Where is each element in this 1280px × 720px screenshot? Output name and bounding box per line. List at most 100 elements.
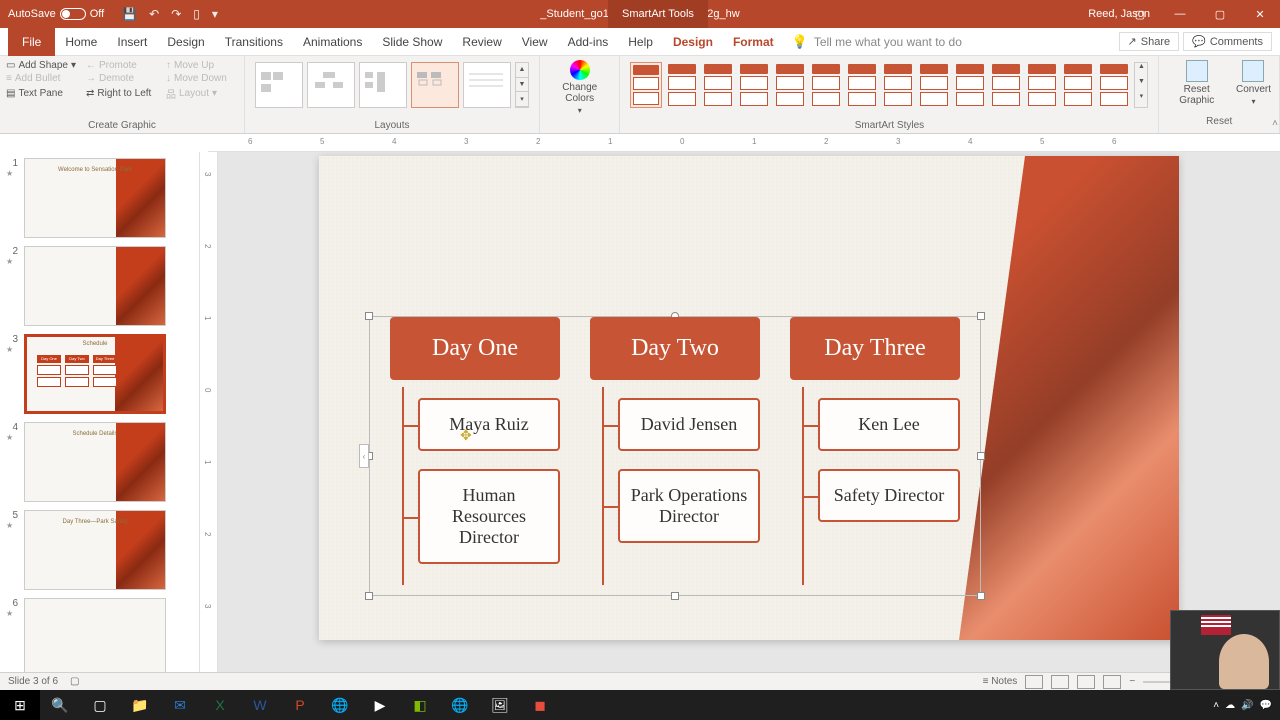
style-option-2[interactable] (666, 62, 698, 108)
smartart-child-box[interactable]: Park Operations Director (618, 469, 760, 543)
tab-design[interactable]: Design (157, 28, 214, 56)
change-colors-button[interactable]: Change Colors ▾ (548, 60, 611, 115)
tab-home[interactable]: Home (55, 28, 107, 56)
layout-option-4-selected[interactable] (411, 62, 459, 108)
slide-thumbnail-2[interactable]: 2★ (6, 246, 199, 326)
volume-icon[interactable]: 🔊 (1241, 700, 1253, 711)
tab-addins[interactable]: Add-ins (558, 28, 619, 56)
layout-option-3[interactable] (359, 62, 407, 108)
comments-button[interactable]: 💬Comments (1183, 32, 1272, 51)
smartart-header[interactable]: Day Two (590, 317, 760, 380)
style-option-11[interactable] (990, 62, 1022, 108)
resize-handle-mr[interactable] (977, 452, 985, 460)
slide-thumbnail-3[interactable]: 3★ Schedule Day OneDay TwoDay Three (6, 334, 199, 414)
style-option-5[interactable] (774, 62, 806, 108)
slide-thumbnail-5[interactable]: 5★ Day Three—Park Safety (6, 510, 199, 590)
start-button[interactable]: ⊞ (0, 690, 40, 720)
slide-editor-area[interactable]: Schedule ‹ Day OneMaya RuizHuman Resourc… (218, 152, 1280, 672)
outlook-icon[interactable]: ✉ (160, 690, 200, 720)
resize-handle-br[interactable] (977, 592, 985, 600)
start-from-beginning-icon[interactable]: ▯ (193, 7, 200, 21)
layouts-scroll[interactable]: ▲▼▾ (515, 62, 529, 108)
undo-icon[interactable]: ↶ (149, 7, 159, 21)
scroll-up-icon[interactable]: ▲ (516, 63, 528, 78)
app-icon-4[interactable]: ◼ (520, 690, 560, 720)
notes-button[interactable]: ≡ Notes (983, 676, 1018, 687)
tab-insert[interactable]: Insert (107, 28, 157, 56)
tab-animations[interactable]: Animations (293, 28, 372, 56)
slideshow-view-icon[interactable] (1103, 675, 1121, 689)
right-to-left-button[interactable]: ⇄Right to Left (86, 86, 158, 101)
resize-handle-tr[interactable] (977, 312, 985, 320)
tab-help[interactable]: Help (618, 28, 663, 56)
tab-transitions[interactable]: Transitions (215, 28, 293, 56)
smartart-child-box[interactable]: David Jensen (618, 398, 760, 451)
style-option-4[interactable] (738, 62, 770, 108)
app-icon[interactable]: ▶ (360, 690, 400, 720)
save-icon[interactable]: 💾 (122, 7, 137, 21)
add-shape-button[interactable]: ▭Add Shape ▾ (6, 60, 78, 71)
minimize-icon[interactable]: — (1160, 0, 1200, 28)
style-option-14[interactable] (1098, 62, 1130, 108)
layout-option-5[interactable] (463, 62, 511, 108)
style-option-9[interactable] (918, 62, 950, 108)
smartart-child-box[interactable]: Human Resources Director (418, 469, 560, 564)
style-option-7[interactable] (846, 62, 878, 108)
excel-icon[interactable]: X (200, 690, 240, 720)
ribbon-display-icon[interactable]: ▢ (1120, 0, 1160, 28)
text-pane-button[interactable]: ▤Text Pane (6, 86, 78, 101)
scroll-more-icon[interactable]: ▾ (516, 92, 528, 107)
styles-scroll[interactable]: ▲▼▾ (1134, 62, 1148, 108)
tab-review[interactable]: Review (452, 28, 511, 56)
file-explorer-icon[interactable]: 📁 (120, 690, 160, 720)
task-view-icon[interactable]: ▢ (80, 690, 120, 720)
slide-counter[interactable]: Slide 3 of 6 (8, 676, 58, 687)
convert-button[interactable]: Convert▾ (1236, 60, 1271, 106)
scroll-down-icon[interactable]: ▼ (516, 78, 528, 93)
tab-smartart-design[interactable]: Design (663, 28, 723, 56)
chrome-icon-2[interactable]: 🌐 (440, 690, 480, 720)
layout-option-2[interactable] (307, 62, 355, 108)
slide-thumbnails-panel[interactable]: 1★ Welcome to Sensation Park 2★ 3★ Sched… (0, 152, 200, 672)
search-icon[interactable]: 🔍 (40, 690, 80, 720)
tab-smartart-format[interactable]: Format (723, 28, 784, 56)
onedrive-icon[interactable]: ☁ (1225, 700, 1235, 711)
share-button[interactable]: ↗Share (1119, 32, 1180, 51)
resize-handle-bl[interactable] (365, 592, 373, 600)
qat-more-icon[interactable]: ▾ (212, 7, 218, 21)
app-icon-3[interactable]: 🖼 (480, 690, 520, 720)
smartart-child-box[interactable]: Ken Lee (818, 398, 960, 451)
app-icon-2[interactable]: ◧ (400, 690, 440, 720)
smartart-column-3[interactable]: Day Three Ken Lee Safety Director (790, 317, 960, 595)
normal-view-icon[interactable] (1025, 675, 1043, 689)
collapse-ribbon-icon[interactable]: ˄ (1272, 118, 1278, 129)
style-option-12[interactable] (1026, 62, 1058, 108)
smartart-child-box[interactable]: Maya Ruiz (418, 398, 560, 451)
text-pane-expand-tab[interactable]: ‹ (359, 444, 369, 468)
system-tray[interactable]: ˄ ☁ 🔊 💬 (1213, 700, 1280, 711)
word-icon[interactable]: W (240, 690, 280, 720)
tab-file[interactable]: File (8, 28, 55, 56)
smartart-child-box[interactable]: Safety Director (818, 469, 960, 522)
maximize-icon[interactable]: ▢ (1200, 0, 1240, 28)
spell-check-icon[interactable]: ▢ (70, 676, 79, 687)
zoom-out-icon[interactable]: − (1129, 676, 1135, 687)
slide-thumbnail-4[interactable]: 4★ Schedule Details (6, 422, 199, 502)
style-option-6[interactable] (810, 62, 842, 108)
tab-view[interactable]: View (512, 28, 558, 56)
slide-thumbnail-1[interactable]: 1★ Welcome to Sensation Park (6, 158, 199, 238)
smartart-header[interactable]: Day Three (790, 317, 960, 380)
slide-thumbnail-6[interactable]: 6★ (6, 598, 199, 672)
tell-me-search[interactable]: 💡 Tell me what you want to do (792, 34, 962, 50)
style-option-8[interactable] (882, 62, 914, 108)
smartart-column-2[interactable]: Day Two David Jensen Park Operations Direc… (590, 317, 760, 595)
slide-canvas[interactable]: Schedule ‹ Day OneMaya RuizHuman Resourc… (319, 156, 1179, 640)
smartart-selection-frame[interactable]: ‹ Day OneMaya RuizHuman Resources Direct… (369, 316, 981, 596)
style-option-13[interactable] (1062, 62, 1094, 108)
smartart-header[interactable]: Day One (390, 317, 560, 380)
autosave-toggle[interactable]: AutoSave Off (0, 8, 112, 20)
reset-graphic-button[interactable]: Reset Graphic (1167, 60, 1226, 106)
smartart-graphic[interactable]: Day One Maya Ruiz Human Resources Director… (370, 317, 980, 595)
style-option-3[interactable] (702, 62, 734, 108)
style-option-1[interactable] (630, 62, 662, 108)
